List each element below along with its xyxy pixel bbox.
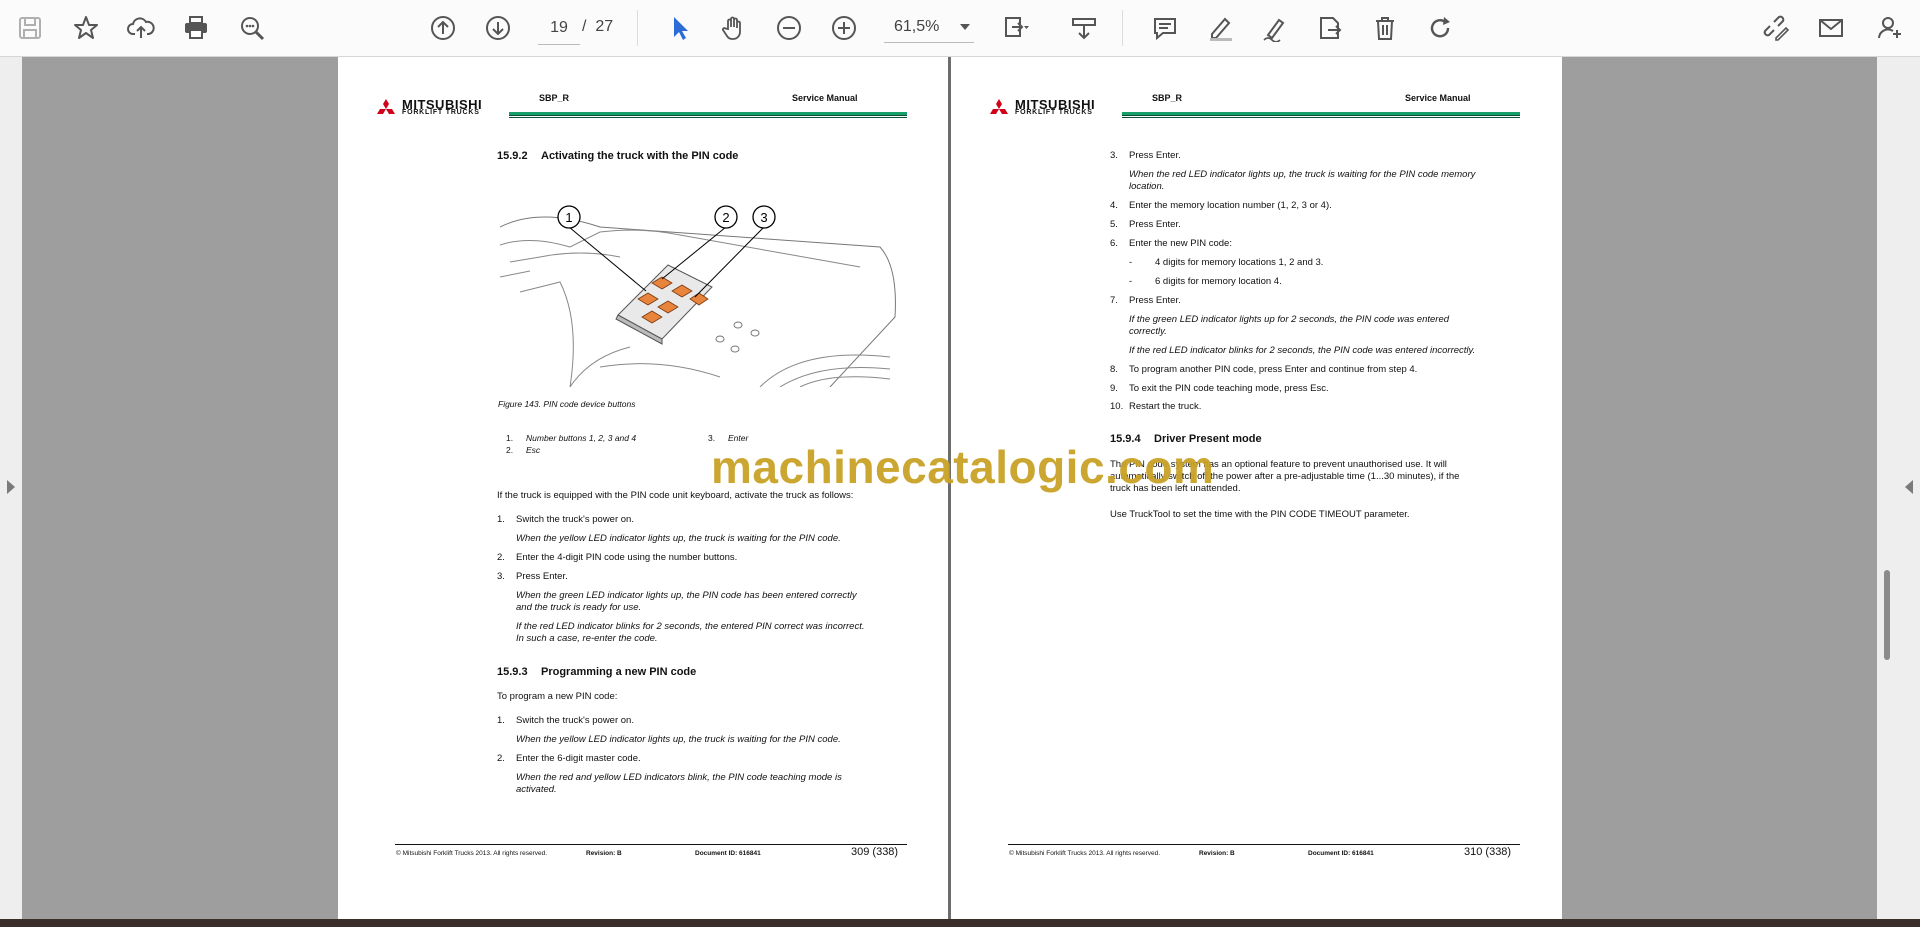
- step-note: When the green LED indicator lights up, …: [516, 590, 857, 601]
- footer-revision: Revision: B: [586, 850, 622, 857]
- step: 4. Enter the memory location number (1, 2…: [1110, 200, 1332, 211]
- step-note: When the yellow LED indicator lights up,…: [516, 734, 841, 745]
- footer-rule: [395, 844, 907, 845]
- step: 5. Press Enter.: [1110, 219, 1181, 230]
- save-icon[interactable]: [14, 12, 46, 44]
- step: 2. Enter the 6-digit master code.: [497, 753, 641, 764]
- step-note: When the red LED indicator lights up, th…: [1129, 169, 1476, 180]
- download-scroll-icon[interactable]: [1068, 12, 1100, 44]
- logo-sub: FORKLIFT TRUCKS: [402, 109, 480, 116]
- step: 6. Enter the new PIN code:: [1110, 238, 1232, 249]
- step-note: When the red and yellow LED indicators b…: [516, 772, 842, 783]
- edit-export-icon[interactable]: [1314, 12, 1346, 44]
- step-note: If the red LED indicator blinks for 2 se…: [1129, 345, 1476, 356]
- step-note: If the green LED indicator lights up for…: [1129, 314, 1450, 325]
- header-rule: [1122, 112, 1520, 116]
- sub-item: -6 digits for memory location 4.: [1129, 276, 1282, 287]
- header-rule: [509, 112, 907, 116]
- step: 7. Press Enter.: [1110, 295, 1181, 306]
- zoom-search-icon[interactable]: [236, 12, 268, 44]
- mitsubishi-diamonds-icon: [990, 99, 1008, 114]
- header-doc-code: SBP_R: [1152, 93, 1183, 103]
- zoom-level-select[interactable]: 61,5%: [884, 12, 974, 43]
- sign-icon[interactable]: [1259, 12, 1291, 44]
- footer-rule: [1008, 844, 1520, 845]
- add-user-icon[interactable]: [1874, 12, 1906, 44]
- highlight-pen-icon[interactable]: [1204, 12, 1236, 44]
- intro-text: To program a new PIN code:: [497, 691, 618, 702]
- hand-tool-icon[interactable]: [718, 12, 750, 44]
- bottom-bar: [0, 919, 1920, 927]
- footer-document-id: Document ID: 616841: [695, 850, 761, 857]
- footer-revision: Revision: B: [1199, 850, 1235, 857]
- figure-caption: Figure 143. PIN code device buttons: [498, 399, 636, 409]
- pin-keypad-figure: 1 2 3: [500, 205, 896, 387]
- step-note: activated.: [516, 784, 557, 795]
- callout-2: 2: [722, 210, 729, 225]
- page-up-icon[interactable]: [427, 12, 459, 44]
- separator: [1122, 10, 1123, 46]
- header-rule-thin: [1122, 117, 1520, 118]
- step: 8. To program another PIN code, press Ent…: [1110, 364, 1418, 375]
- step-note: correctly.: [1129, 326, 1167, 337]
- watermark: machinecatalogic.com: [711, 441, 1215, 493]
- link-edit-icon[interactable]: [1760, 12, 1792, 44]
- zoom-in-icon[interactable]: [828, 12, 860, 44]
- step-note: If the red LED indicator blinks for 2 se…: [516, 621, 865, 632]
- toolbar: / 27 61,5%: [0, 0, 1920, 57]
- footer-copyright: © Mitsubishi Forklift Trucks 2013. All r…: [396, 850, 548, 857]
- legend-item: 2. Esc: [506, 445, 541, 455]
- page-number-input[interactable]: [538, 12, 580, 45]
- section-heading: 15.9.2 Activating the truck with the PIN …: [497, 150, 739, 162]
- footer-document-id: Document ID: 616841: [1308, 850, 1374, 857]
- upload-cloud-icon[interactable]: [125, 12, 157, 44]
- callout-3: 3: [760, 210, 767, 225]
- mitsubishi-logo: MITSUBISHI FORKLIFT TRUCKS: [374, 97, 504, 121]
- right-panel-strip[interactable]: [1877, 57, 1920, 919]
- page-total: / 27: [582, 18, 614, 35]
- email-icon[interactable]: [1815, 12, 1847, 44]
- step: 9. To exit the PIN code teaching mode, pr…: [1110, 383, 1329, 394]
- zoom-out-icon[interactable]: [773, 12, 805, 44]
- step: 2. Enter the 4-digit PIN code using the n…: [497, 552, 738, 563]
- step-note: location.: [1129, 181, 1165, 192]
- section-heading: 15.9.3 Programming a new PIN code: [497, 666, 697, 678]
- delete-trash-icon[interactable]: [1369, 12, 1401, 44]
- step-note: In such a case, re-enter the code.: [516, 633, 658, 644]
- expand-left-icon[interactable]: [7, 480, 15, 494]
- bookmark-star-icon[interactable]: [70, 12, 102, 44]
- step-note: and the truck is ready for use.: [516, 602, 642, 613]
- step: 3. Press Enter.: [1110, 150, 1181, 161]
- separator: [637, 10, 638, 46]
- rotate-icon[interactable]: [1424, 12, 1456, 44]
- mitsubishi-logo: MITSUBISHI FORKLIFT TRUCKS: [987, 97, 1117, 121]
- header-title: Service Manual: [792, 93, 858, 103]
- step-note: When the yellow LED indicator lights up,…: [516, 533, 841, 544]
- fit-page-icon[interactable]: [1000, 12, 1032, 44]
- step: 1. Switch the truck's power on.: [497, 715, 634, 726]
- header-doc-code: SBP_R: [539, 93, 570, 103]
- comment-icon[interactable]: [1149, 12, 1181, 44]
- step: 1. Switch the truck's power on.: [497, 514, 634, 525]
- mitsubishi-diamonds-icon: [377, 99, 395, 114]
- footer-copyright: © Mitsubishi Forklift Trucks 2013. All r…: [1009, 850, 1161, 857]
- footer-page-number: 310 (338): [1464, 846, 1512, 858]
- legend-item: 1. Number buttons 1, 2, 3 and 4: [506, 433, 637, 443]
- footer-page-number: 309 (338): [851, 846, 899, 858]
- scrollbar[interactable]: [1884, 570, 1890, 660]
- expand-right-icon[interactable]: [1905, 480, 1913, 494]
- step: 10. Restart the truck.: [1110, 401, 1202, 412]
- callout-1: 1: [565, 210, 572, 225]
- page-down-icon[interactable]: [482, 12, 514, 44]
- header-rule-thin: [509, 117, 907, 118]
- chevron-down-icon: [960, 24, 970, 30]
- paragraph: Use TruckTool to set the time with the P…: [1110, 509, 1410, 520]
- logo-sub: FORKLIFT TRUCKS: [1015, 109, 1093, 116]
- sub-item: -4 digits for memory locations 1, 2 and …: [1129, 257, 1324, 268]
- header-title: Service Manual: [1405, 93, 1471, 103]
- step: 3. Press Enter.: [497, 571, 568, 582]
- select-cursor-icon[interactable]: [664, 12, 696, 44]
- print-icon[interactable]: [180, 12, 212, 44]
